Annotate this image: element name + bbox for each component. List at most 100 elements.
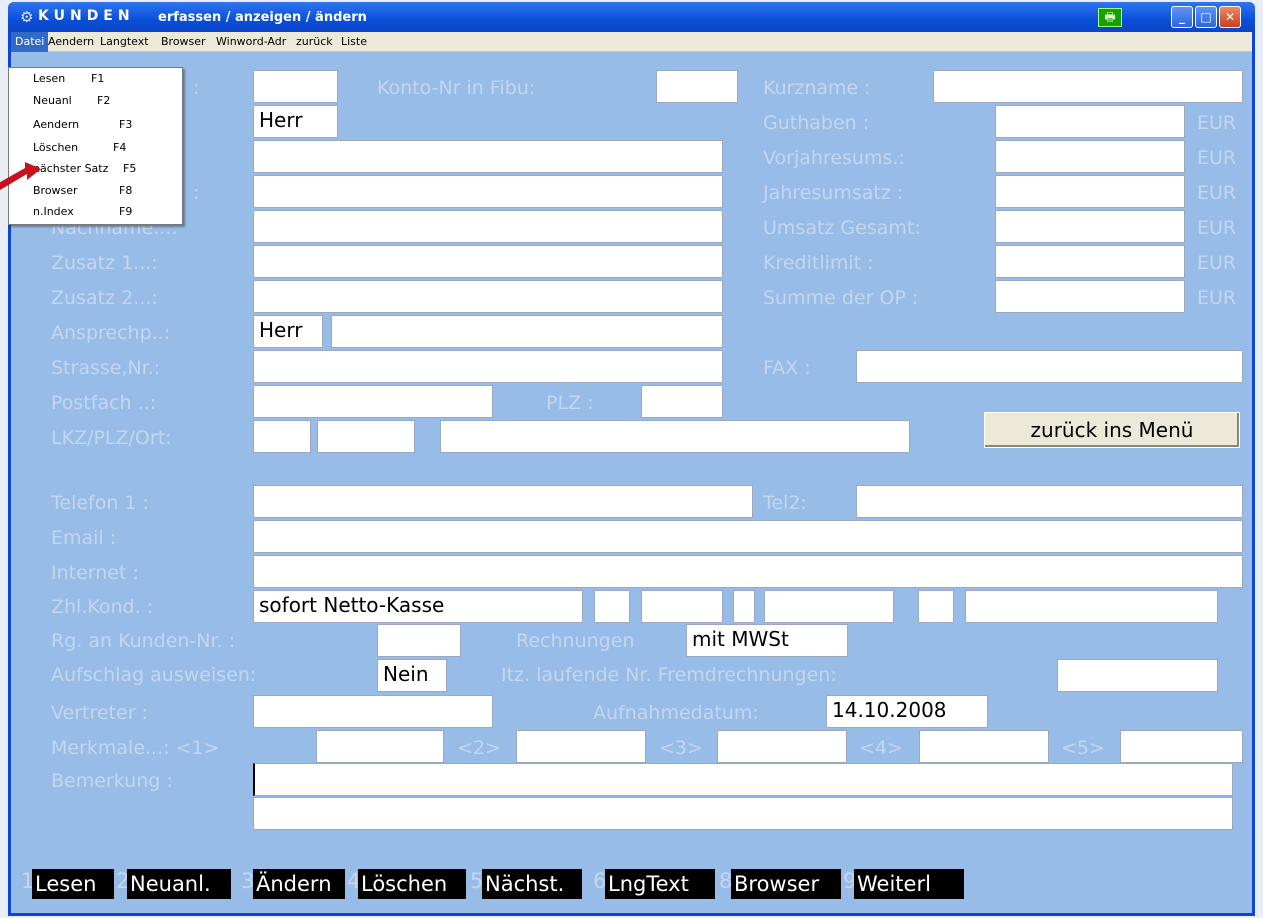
label-zahlungskondition: Zhl.Kond. :: [51, 596, 154, 618]
zhl-prozent1-field[interactable]: [641, 590, 723, 623]
merkmal-1-field[interactable]: [316, 730, 444, 763]
zhl-netto-field[interactable]: [918, 590, 954, 623]
rg-an-kunden-field[interactable]: [377, 624, 461, 657]
merkmal-2-field[interactable]: [516, 730, 646, 763]
dropdown-item-loeschen[interactable]: Löschen F4: [9, 134, 184, 156]
fkey-loeschen[interactable]: Löschen: [358, 869, 466, 899]
dropdown-item-n-index[interactable]: n.Index F9: [9, 200, 184, 222]
merkmal-4-field[interactable]: [919, 730, 1049, 763]
dropdown-item-lesen[interactable]: Lesen F1: [9, 68, 184, 90]
printer-icon[interactable]: 🖶: [1098, 8, 1122, 27]
menu-liste[interactable]: Liste: [341, 35, 367, 48]
zurueck-ins-menue-button[interactable]: zurück ins Menü: [984, 412, 1240, 448]
nachname-field[interactable]: [253, 210, 723, 243]
email-field[interactable]: [253, 520, 1243, 553]
zhl-prozent2-field[interactable]: [764, 590, 894, 623]
window-title: KUNDEN: [38, 8, 135, 24]
vertreter-field[interactable]: [253, 695, 493, 728]
label-jahresumsatz: Jahresumsatz :: [763, 182, 904, 204]
zusatz1-field[interactable]: [253, 245, 723, 278]
gear-icon: ⚙: [20, 8, 34, 26]
dropdown-item-aendern[interactable]: Aendern F3: [9, 112, 184, 134]
jahresumsatz-field[interactable]: [995, 175, 1185, 208]
label-internet: Internet :: [51, 562, 139, 584]
vorjahresumsatz-field[interactable]: [995, 140, 1185, 173]
dropdown-item-neuanl[interactable]: Neuanl F2: [9, 90, 184, 112]
label-tel2: Tel2:: [763, 492, 807, 514]
anrede-field[interactable]: Herr: [253, 105, 338, 138]
fkey-naechster[interactable]: Nächst.: [482, 869, 582, 899]
fremdrechnungen-nr-field[interactable]: [1057, 659, 1218, 692]
titel-field[interactable]: [253, 140, 723, 173]
fkey-neuanlage[interactable]: Neuanl.: [127, 869, 231, 899]
label-merkmal-4: <4>: [859, 737, 903, 759]
dropdown-key: F8: [119, 184, 133, 197]
umsatz-gesamt-field[interactable]: [995, 210, 1185, 243]
arrow-shape: [0, 162, 41, 190]
postfach-field[interactable]: [253, 385, 493, 418]
plz-field[interactable]: [317, 420, 415, 453]
aufnahmedatum-field[interactable]: 14.10.2008: [826, 695, 988, 728]
fkey-langtext[interactable]: LngText: [605, 869, 715, 899]
eur-umsatz: EUR: [1197, 217, 1237, 239]
vorname-field[interactable]: [253, 175, 723, 208]
ansprechpartner-field[interactable]: [331, 315, 723, 348]
menu-langtext[interactable]: Langtext: [100, 35, 149, 48]
title-bar[interactable]: ⚙ KUNDEN erfassen / anzeigen / ändern 🖶 …: [8, 2, 1255, 32]
eur-jahres: EUR: [1197, 182, 1237, 204]
menu-browser[interactable]: Browser: [161, 35, 206, 48]
label-bemerkung: Bemerkung :: [51, 770, 173, 792]
summe-op-field[interactable]: [995, 280, 1185, 313]
bemerkung-field-1[interactable]: [253, 763, 1233, 796]
red-arrow-icon: [0, 162, 41, 190]
label-zusatz2: Zusatz 2...:: [51, 287, 158, 309]
plz-postfach-field[interactable]: [641, 385, 723, 418]
menu-aendern[interactable]: Aendern: [48, 35, 94, 48]
lkz-field[interactable]: [253, 420, 311, 453]
label-rg-an-kunden: Rg. an Kunden-Nr. :: [51, 630, 236, 652]
zusatz2-field[interactable]: [253, 280, 723, 313]
minimize-button[interactable]: _: [1171, 6, 1193, 28]
zhl-tage1-field[interactable]: [594, 590, 630, 623]
dropdown-key: F5: [123, 162, 137, 175]
dropdown-label: n.Index: [33, 205, 74, 218]
internet-field[interactable]: [253, 555, 1243, 588]
label-telefon1: Telefon 1 :: [51, 492, 149, 514]
label-kreditlimit: Kreditlimit :: [763, 252, 874, 274]
zhl-text-field[interactable]: [965, 590, 1218, 623]
tel2-field[interactable]: [856, 485, 1243, 518]
bemerkung-field-2[interactable]: [253, 797, 1233, 830]
fax-field[interactable]: [856, 350, 1243, 383]
label-umsatz-gesamt: Umsatz Gesamt:: [763, 217, 921, 239]
app-window: ⚙ KUNDEN erfassen / anzeigen / ändern 🖶 …: [8, 2, 1255, 916]
merkmal-3-field[interactable]: [717, 730, 847, 763]
label-colon-b: :: [193, 182, 200, 204]
fkey-browser[interactable]: Browser: [731, 869, 841, 899]
label-fax: FAX :: [763, 357, 811, 379]
aufschlag-field[interactable]: Nein: [377, 659, 447, 692]
fkey-weiterl[interactable]: Weiterl: [854, 869, 964, 899]
label-aufnahmedatum: Aufnahmedatum:: [593, 702, 759, 724]
telefon1-field[interactable]: [253, 485, 753, 518]
merkmal-5-field[interactable]: [1120, 730, 1243, 763]
ansprechpartner-anrede-field[interactable]: Herr: [253, 315, 323, 348]
maximize-button[interactable]: □: [1195, 6, 1217, 28]
dropdown-key: F2: [97, 94, 111, 107]
rechnungen-field[interactable]: mit MWSt: [686, 624, 848, 657]
menu-winword-adr[interactable]: Winword-Adr: [216, 35, 286, 48]
zahlungskondition-field[interactable]: sofort Netto-Kasse: [253, 590, 583, 623]
label-kurzname: Kurzname :: [763, 77, 871, 99]
zhl-tage2-field[interactable]: [733, 590, 755, 623]
menu-zurueck[interactable]: zurück: [296, 35, 333, 48]
ort-field[interactable]: [440, 420, 910, 453]
kurzname-field[interactable]: [933, 70, 1243, 103]
close-button[interactable]: ✕: [1219, 6, 1241, 28]
guthaben-field[interactable]: [995, 105, 1185, 138]
kunden-nr-field[interactable]: [253, 70, 338, 103]
kreditlimit-field[interactable]: [995, 245, 1185, 278]
strasse-field[interactable]: [253, 350, 723, 383]
fkey-aendern[interactable]: Ändern: [253, 869, 345, 899]
konto-nr-field[interactable]: [656, 70, 738, 103]
fkey-lesen[interactable]: Lesen: [32, 869, 114, 899]
menu-datei[interactable]: Datei: [11, 32, 49, 52]
